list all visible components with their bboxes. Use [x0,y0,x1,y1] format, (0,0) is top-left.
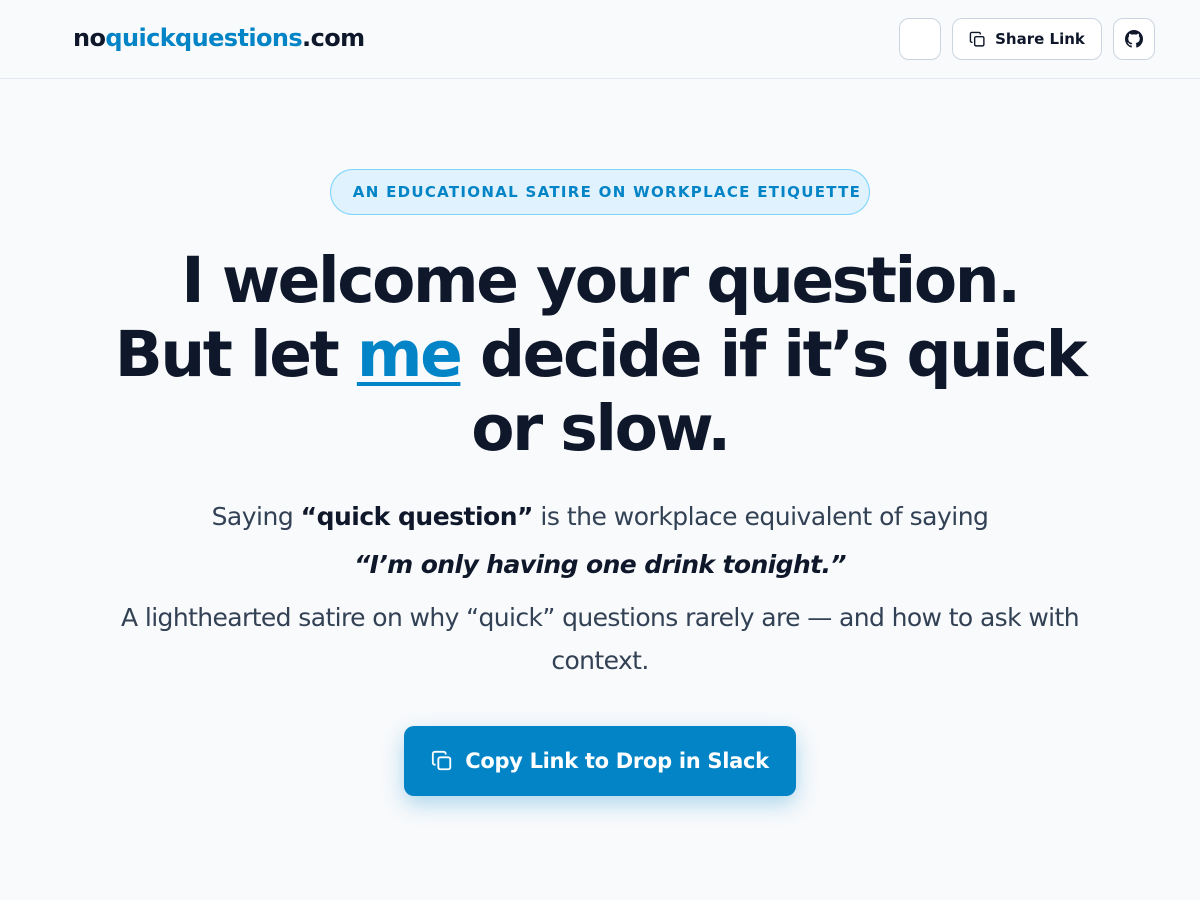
share-link-button[interactable]: Share Link [952,18,1102,60]
github-icon [1125,30,1143,48]
copy-icon [969,31,986,48]
theme-toggle-button[interactable] [899,18,941,60]
description: A lighthearted satire on why “quick” que… [121,603,1080,675]
headline-emphasis: me [356,318,463,391]
headline-line-2-pre: But let [114,318,357,391]
page-headline: I welcome your question. But let me deci… [80,244,1120,466]
headline-line-1: I welcome your question. [181,244,1021,317]
site-header: noquickquestions.com Share Link [0,0,1200,79]
copy-link-button[interactable]: Copy Link to Drop in Slack [404,726,796,796]
logo-prefix: no [73,24,106,52]
subtitle-bold: “quick question” [300,502,534,531]
site-logo[interactable]: noquickquestions.com [73,24,365,52]
headline-line-2-post: decide if it’s quick or slow. [460,318,1087,465]
copy-link-label: Copy Link to Drop in Slack [465,749,769,773]
share-link-label: Share Link [995,30,1085,48]
logo-middle: quickquestions [105,24,303,52]
drink-quote: “I’m only having one drink tonight.” [354,550,846,579]
logo-suffix: .com [302,24,365,52]
github-button[interactable] [1113,18,1155,60]
copy-icon [431,750,453,772]
subtitle-post: is the workplace equivalent of saying [532,502,989,531]
subtitle: Saying “quick question” is the workplace… [100,500,1100,534]
satire-badge: AN EDUCATIONAL SATIRE ON WORKPLACE ETIQU… [330,169,870,215]
subtitle-pre: Saying [211,502,301,531]
